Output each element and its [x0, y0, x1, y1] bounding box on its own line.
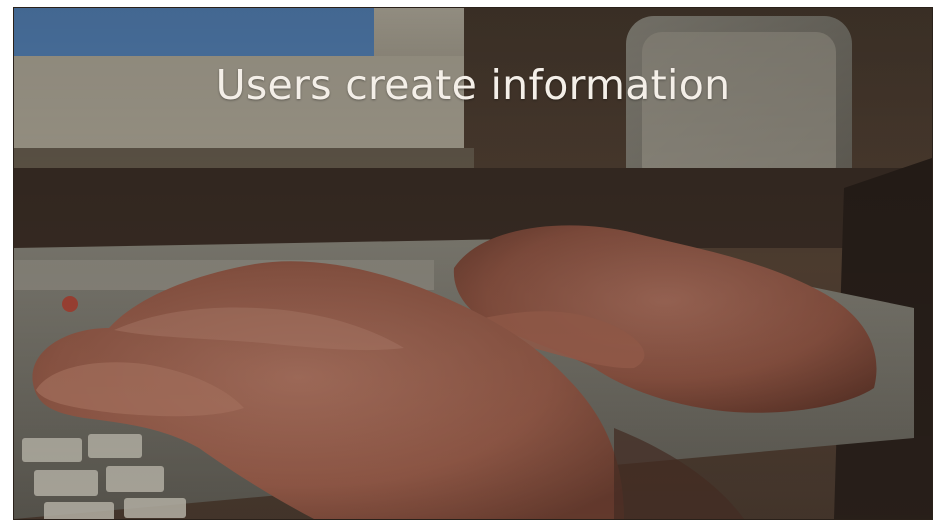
presentation-slide: Users create information [14, 8, 932, 519]
slide-title: Users create information [215, 61, 731, 109]
